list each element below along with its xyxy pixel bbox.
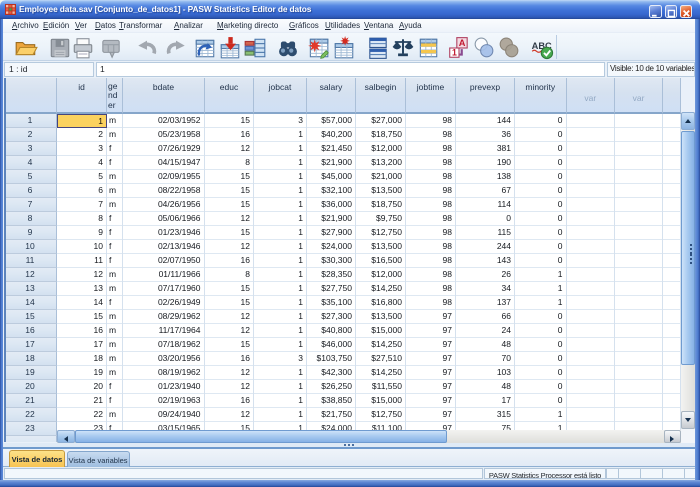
svg-text:1: 1: [452, 47, 457, 57]
svg-text:A: A: [459, 38, 466, 48]
